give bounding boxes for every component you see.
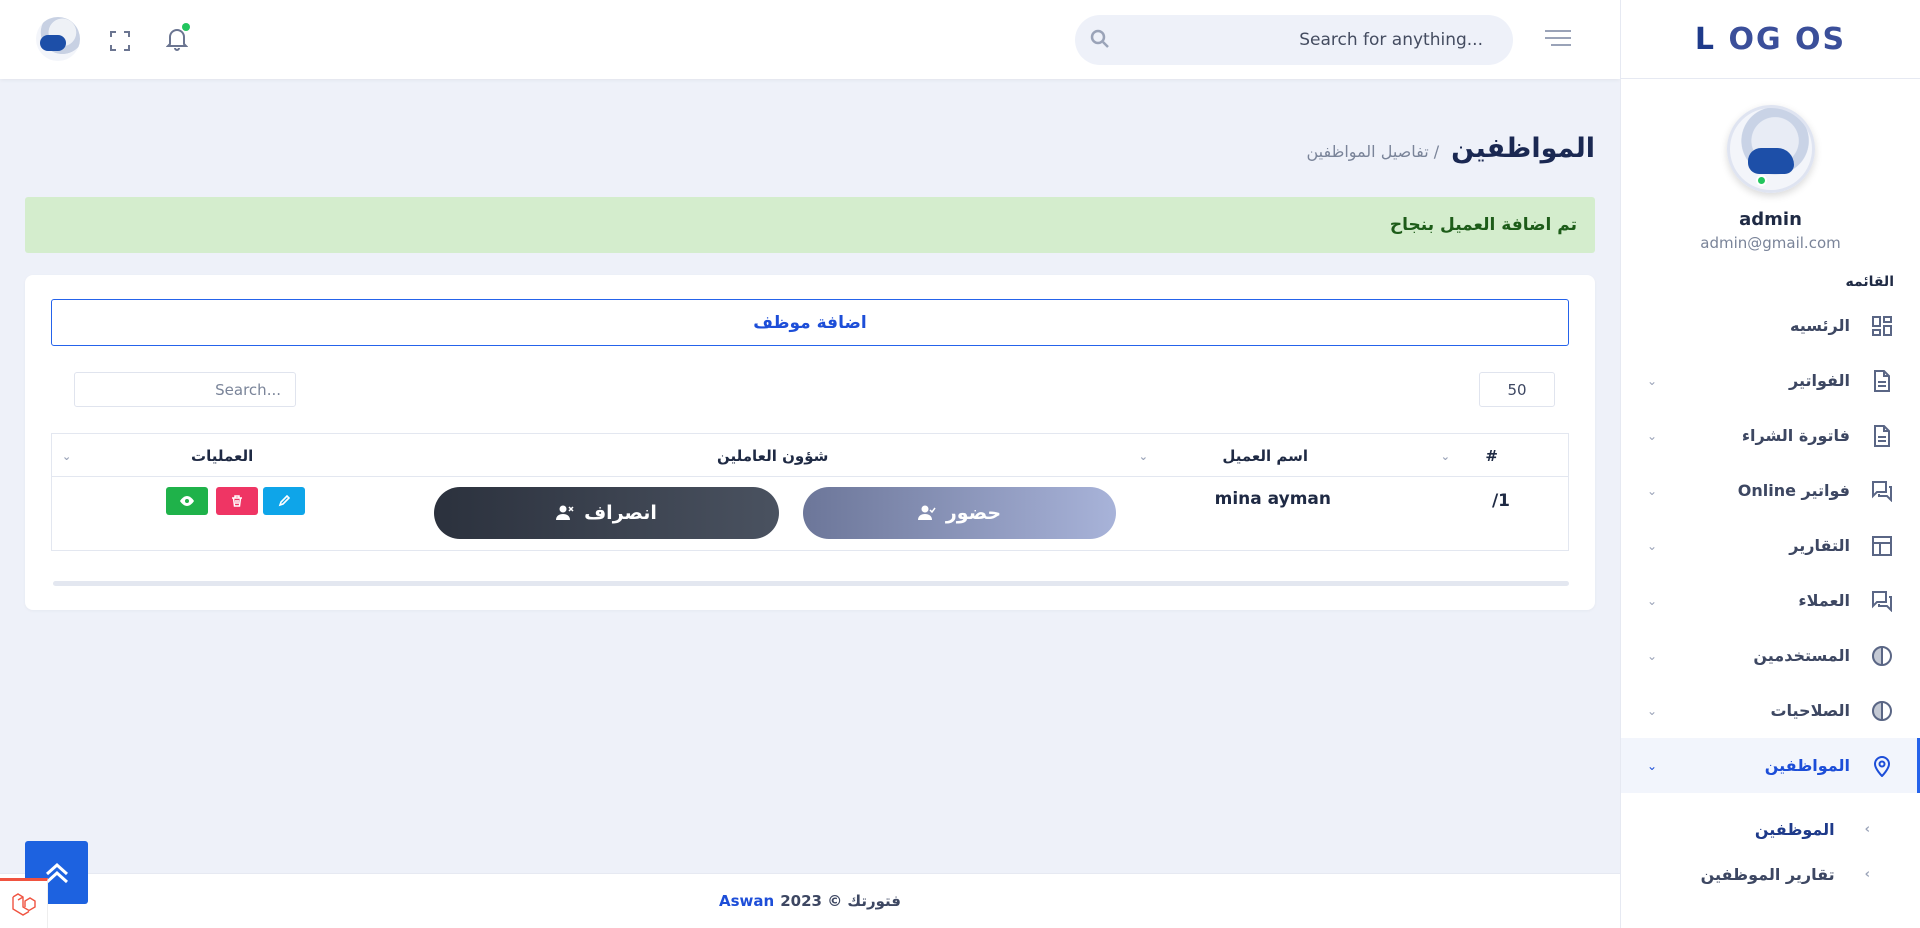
sidebar-item-employees[interactable]: المواظفين ⌄	[1621, 738, 1920, 793]
horizontal-scrollbar[interactable]	[53, 581, 1569, 586]
global-search[interactable]	[1075, 15, 1513, 65]
sidebar: L OG OS admin admin@gmail.com القائمه ال…	[1620, 0, 1920, 928]
user-avatar[interactable]	[36, 17, 80, 61]
chevron-down-icon: ⌄	[1647, 758, 1658, 773]
notification-dot	[182, 23, 190, 31]
view-button[interactable]	[166, 487, 208, 515]
chevron-left-icon: ›	[1864, 822, 1870, 837]
column-index[interactable]: #	[1485, 447, 1498, 465]
chevron-down-icon: ⌄	[1647, 703, 1658, 718]
half-circle-icon	[1870, 644, 1894, 668]
notification-bell-icon[interactable]	[165, 23, 190, 51]
chevron-left-icon: ›	[1864, 867, 1870, 882]
user-email: admin@gmail.com	[1700, 234, 1841, 252]
pencil-icon	[278, 495, 290, 507]
add-employee-button[interactable]: اضافة موظف	[51, 299, 1569, 346]
global-search-input[interactable]	[1105, 30, 1483, 50]
user-check-icon	[917, 505, 936, 520]
eye-icon	[180, 496, 194, 506]
document-icon	[1870, 424, 1894, 448]
chevron-down-icon: ⌄	[1647, 373, 1658, 388]
app-logo[interactable]: L OG OS	[1695, 22, 1846, 57]
row-index: /1	[1491, 491, 1510, 511]
half-circle-icon	[1870, 699, 1894, 723]
laravel-debug-icon[interactable]	[0, 878, 48, 928]
dashboard-icon	[1870, 314, 1894, 338]
chevron-down-icon: ⌄	[1647, 593, 1658, 608]
employees-table: # ⌄ اسم العميل ⌄ شؤون العاملين العمليات …	[51, 433, 1569, 551]
success-alert: تم اضافة العميل بنجاح	[25, 197, 1595, 253]
search-icon	[1089, 28, 1111, 54]
table-header: # ⌄ اسم العميل ⌄ شؤون العاملين العمليات …	[52, 434, 1568, 477]
column-operations[interactable]: العمليات	[191, 447, 253, 465]
trash-icon	[232, 495, 242, 507]
online-status-dot	[1755, 175, 1767, 186]
sidebar-item-purchase-invoice[interactable]: فاتورة الشراء ⌄	[1621, 408, 1920, 463]
location-pin-icon	[1870, 754, 1894, 778]
footer: فتورتك © 2023 Aswan	[0, 873, 1620, 928]
sidebar-item-clients[interactable]: العملاء ⌄	[1621, 573, 1920, 628]
profile-avatar	[1726, 105, 1815, 193]
attendance-label: حضور	[945, 502, 1002, 524]
employees-card: اضافة موظف 50 # ⌄ اسم العميل ⌄ شؤون العا…	[25, 275, 1595, 610]
sidebar-subitem-label: تقارير الموظفين	[1700, 865, 1835, 884]
chat-icon	[1870, 479, 1894, 503]
chevron-down-icon: ⌄	[1647, 428, 1658, 443]
table-row: /1 mina ayman حضور انصراف	[52, 477, 1568, 550]
column-affairs[interactable]: شؤون العاملين	[717, 447, 828, 465]
delete-button[interactable]	[216, 487, 258, 515]
footer-brand-link[interactable]: Aswan	[719, 892, 774, 910]
per-page-select[interactable]: 50	[1479, 372, 1555, 407]
sidebar-subitem-label: الموظفين	[1754, 820, 1835, 839]
sidebar-item-home[interactable]: الرئسيه	[1621, 298, 1920, 353]
chat-icon	[1870, 589, 1894, 613]
page-title: المواظفين	[1451, 133, 1595, 164]
sort-icon[interactable]: ⌄	[1441, 450, 1450, 463]
sidebar-item-permissions[interactable]: الصلاحيات ⌄	[1621, 683, 1920, 738]
document-icon	[1870, 369, 1894, 393]
logo-bar: L OG OS	[1621, 0, 1920, 79]
footer-text: فتورتك © 2023	[780, 892, 901, 910]
menu-toggle-icon[interactable]	[1545, 30, 1571, 51]
fullscreen-icon[interactable]	[109, 30, 131, 52]
chevron-down-icon: ⌄	[1647, 648, 1658, 663]
sidebar-subitem-employees[interactable]: › الموظفين	[1621, 807, 1920, 852]
sidebar-item-reports[interactable]: التقارير ⌄	[1621, 518, 1920, 573]
user-x-icon	[556, 505, 574, 520]
leave-label: انصراف	[584, 502, 657, 524]
sidebar-subitem-employee-reports[interactable]: › تقارير الموظفين	[1621, 852, 1920, 897]
page-header: المواظفين / تفاصيل المواظفين	[1307, 133, 1596, 164]
table-icon	[1870, 534, 1894, 558]
column-name[interactable]: اسم العميل	[1222, 447, 1308, 465]
sort-icon[interactable]: ⌄	[1139, 450, 1148, 463]
user-name: admin	[1739, 209, 1802, 230]
sidebar-item-invoices[interactable]: الفواتير ⌄	[1621, 353, 1920, 408]
sort-icon[interactable]: ⌄	[62, 450, 71, 463]
user-profile: admin admin@gmail.com	[1621, 79, 1920, 252]
row-employee-name: mina ayman	[1214, 489, 1331, 509]
chevron-down-icon: ⌄	[1647, 538, 1658, 553]
menu-title: القائمه	[1845, 274, 1894, 290]
table-search-input[interactable]	[74, 372, 296, 407]
sidebar-item-label: الرئسيه	[1790, 316, 1850, 335]
sidebar-item-online-invoices[interactable]: فواتير Online ⌄	[1621, 463, 1920, 518]
chevron-down-icon: ⌄	[1647, 483, 1658, 498]
breadcrumb[interactable]: / تفاصيل المواظفين	[1307, 142, 1440, 161]
leave-button[interactable]: انصراف	[434, 487, 779, 539]
top-header	[0, 0, 1620, 79]
edit-button[interactable]	[263, 487, 305, 515]
attendance-button[interactable]: حضور	[803, 487, 1116, 539]
sidebar-item-users[interactable]: المستخدمين ⌄	[1621, 628, 1920, 683]
